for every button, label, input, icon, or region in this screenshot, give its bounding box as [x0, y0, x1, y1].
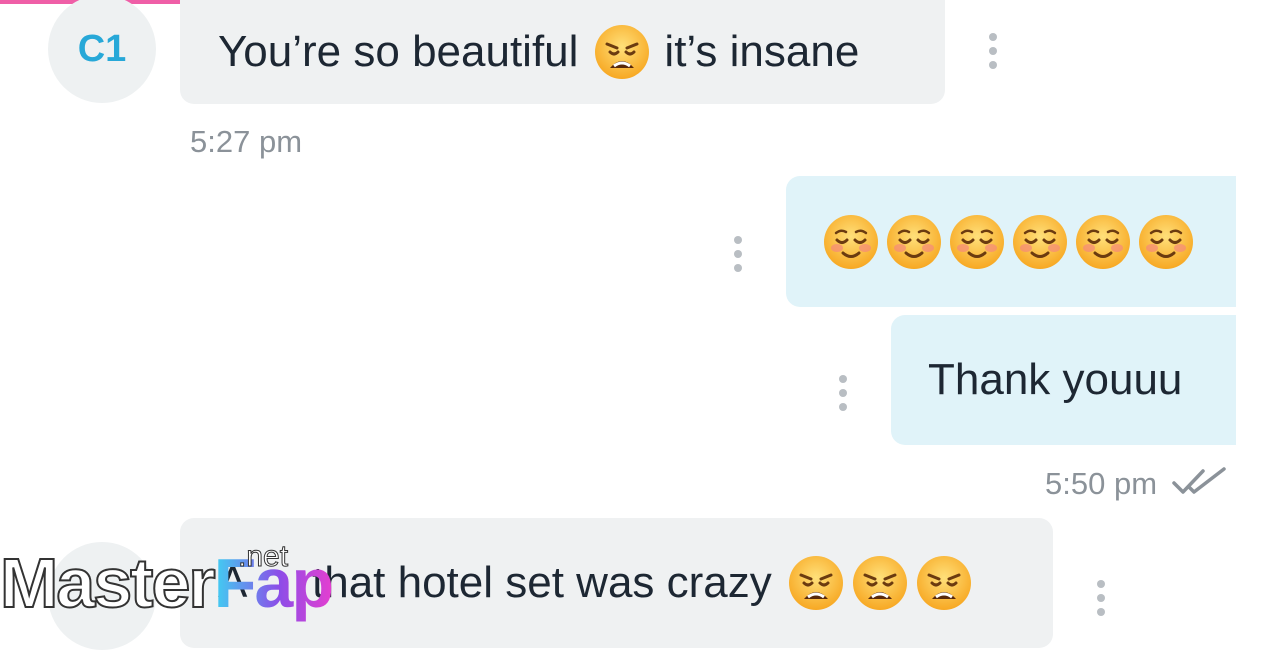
message-text: You’re so beautiful: [218, 27, 579, 76]
message-timestamp: 5:27 pm: [190, 124, 303, 159]
smiling-face-icon: [1012, 214, 1068, 270]
message-bubble-outgoing[interactable]: Thank youuu: [891, 315, 1236, 445]
vertical-ellipsis-icon[interactable]: [1096, 580, 1106, 616]
avatar-initials: C1: [77, 27, 127, 70]
message-text: that hotel set was crazy: [312, 558, 772, 607]
weary-face-icon: [594, 24, 650, 80]
vertical-ellipsis-icon[interactable]: [733, 236, 743, 272]
vertical-ellipsis-icon[interactable]: [838, 375, 848, 411]
watermark-logo: MasterFap .net: [0, 541, 334, 619]
weary-face-icon: [788, 555, 844, 611]
message-bubble-incoming[interactable]: You’re so beautiful it’s insane: [180, 0, 945, 104]
message-timestamp: 5:50 pm: [1045, 466, 1158, 501]
smiling-face-icon: [1138, 214, 1194, 270]
double-check-icon: [1172, 467, 1226, 494]
weary-face-icon: [852, 555, 908, 611]
message-bubble-outgoing[interactable]: [786, 176, 1236, 307]
emoji-row: [823, 214, 1194, 270]
message-text: it’s insane: [664, 27, 860, 76]
vertical-ellipsis-icon[interactable]: [988, 33, 998, 69]
watermark-suffix: .net: [237, 540, 289, 573]
watermark-text: Master: [0, 544, 217, 622]
smiling-face-icon: [823, 214, 879, 270]
smiling-face-icon: [1075, 214, 1131, 270]
weary-face-icon: [916, 555, 972, 611]
sender-avatar[interactable]: C1: [48, 0, 156, 103]
smiling-face-icon: [949, 214, 1005, 270]
message-text: Thank youuu: [928, 355, 1183, 404]
smiling-face-icon: [886, 214, 942, 270]
emoji-row: [788, 555, 972, 611]
